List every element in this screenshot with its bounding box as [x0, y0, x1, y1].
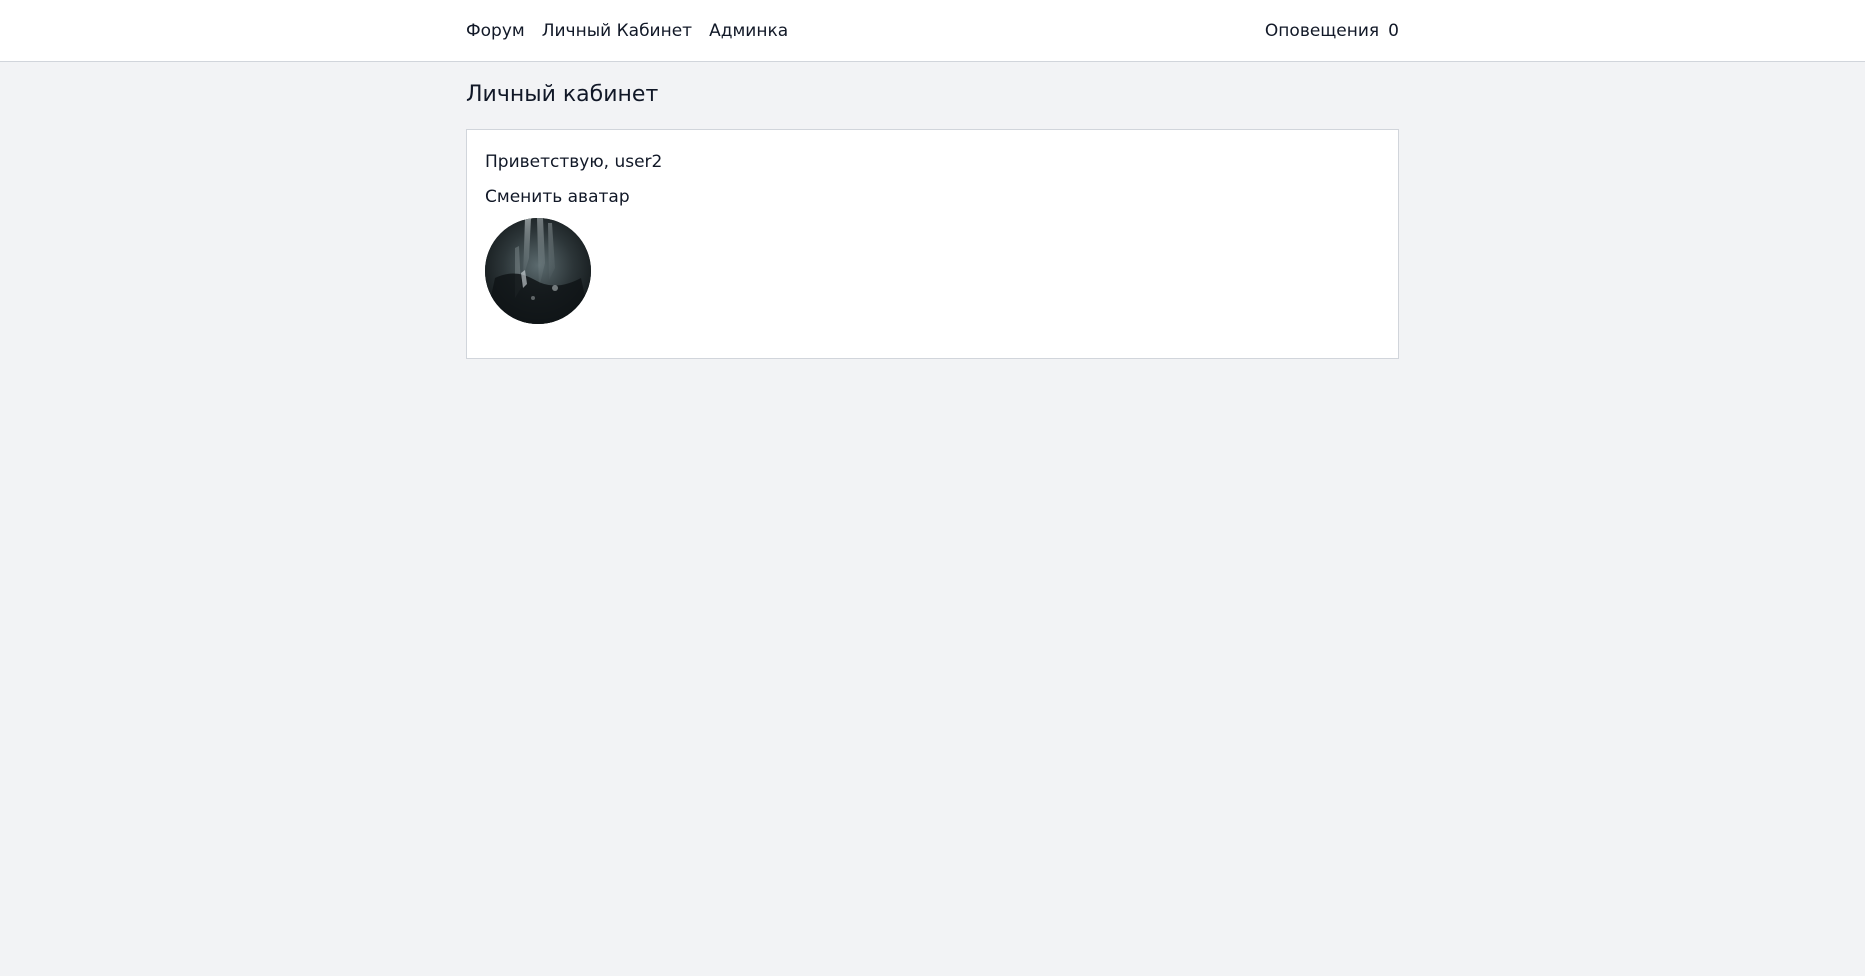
profile-card: Приветствую, user2 Сменить аватар [466, 129, 1399, 359]
nav-link-admin[interactable]: Админка [709, 21, 788, 41]
avatar-image [485, 218, 591, 324]
top-navbar: Форум Личный Кабинет Админка Оповещения … [0, 0, 1865, 62]
change-avatar-link[interactable]: Сменить аватар [485, 187, 630, 207]
notifications-count-badge: 0 [1388, 21, 1399, 41]
nav-link-cabinet[interactable]: Личный Кабинет [542, 21, 692, 41]
notifications-label: Оповещения [1264, 21, 1380, 41]
nav-link-forum[interactable]: Форум [466, 21, 525, 41]
greeting-text: Приветствую, user2 [485, 152, 663, 172]
notifications-link[interactable]: Оповещения 0 [1265, 0, 1399, 62]
page-title: Личный кабинет [466, 82, 659, 107]
avatar[interactable] [485, 218, 591, 324]
nav-links: Форум Личный Кабинет Админка [466, 0, 788, 62]
